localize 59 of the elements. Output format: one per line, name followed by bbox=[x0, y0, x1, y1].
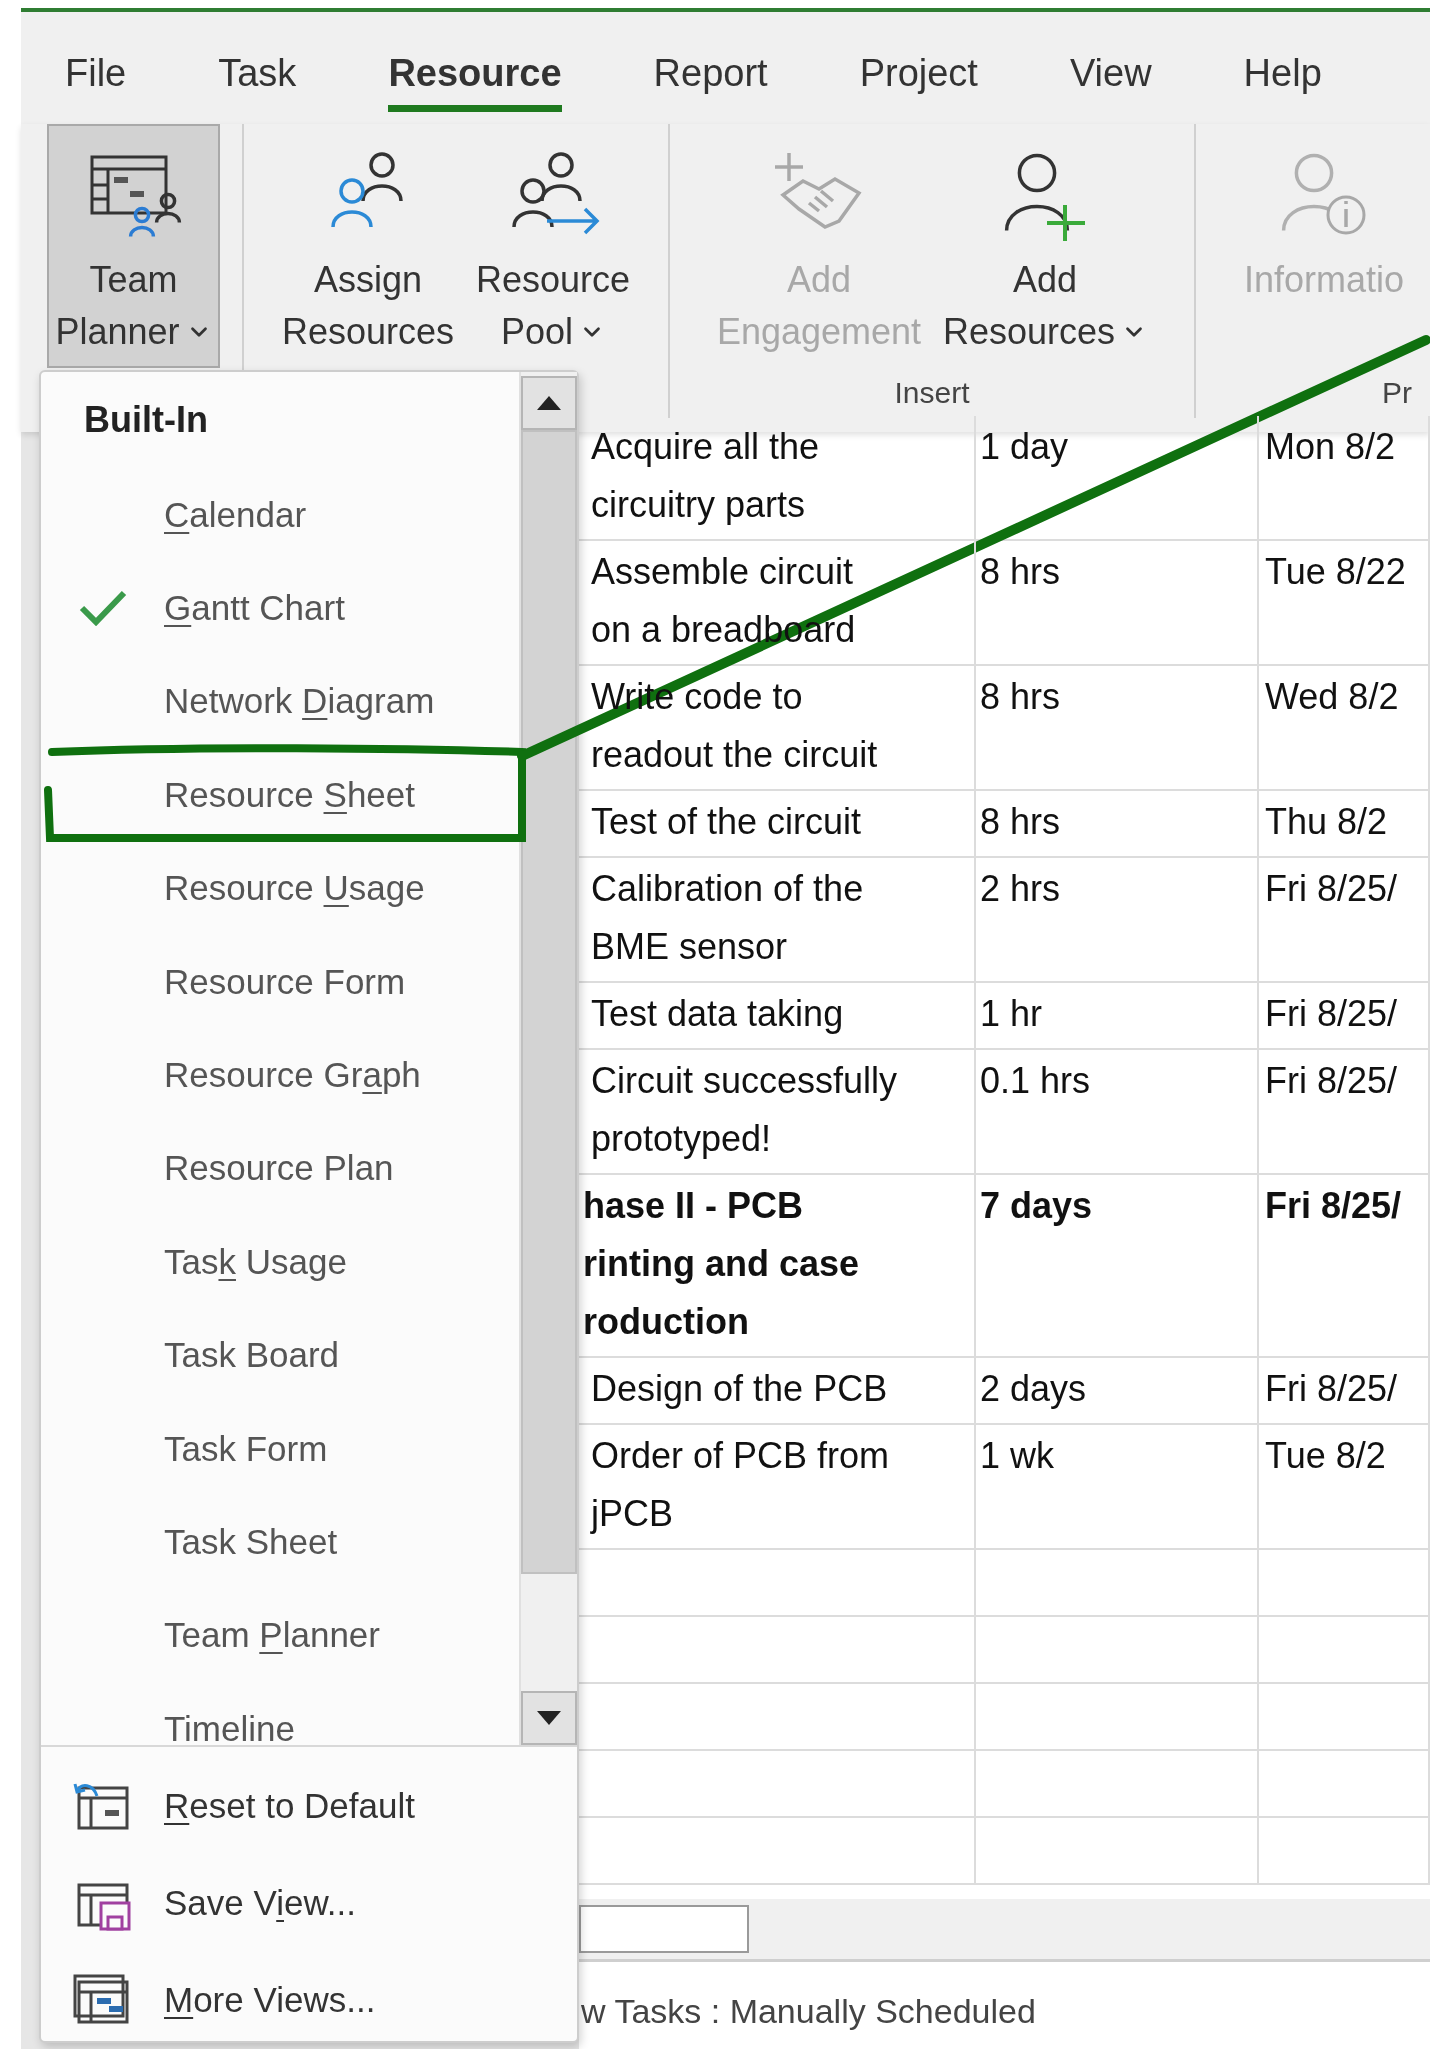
start-cell: Thu 8/2 bbox=[1259, 791, 1430, 856]
menu-item[interactable]: More Views... bbox=[164, 1979, 376, 2020]
ribbon-tab[interactable]: View bbox=[1069, 38, 1152, 112]
duration-cell: 8 hrs bbox=[976, 541, 1259, 664]
ribbon-tab[interactable]: Help bbox=[1243, 38, 1322, 112]
menu-item[interactable]: Reset to Default bbox=[164, 1785, 415, 1826]
start-cell: Fri 8/25/ bbox=[1259, 1358, 1430, 1423]
duration-cell: 1 day bbox=[976, 416, 1259, 539]
up-arrow-icon bbox=[537, 396, 561, 410]
start-cell: Fri 8/25/ bbox=[1259, 858, 1430, 981]
ribbon-tab[interactable]: Report bbox=[653, 38, 768, 112]
start-cell: Tue 8/22 bbox=[1259, 541, 1430, 664]
menu-item[interactable]: Save View... bbox=[164, 1882, 356, 1923]
menu-item[interactable]: Task Board bbox=[164, 1335, 340, 1376]
menu-item[interactable]: Team Planner bbox=[164, 1615, 380, 1656]
duration-cell: 8 hrs bbox=[976, 666, 1259, 789]
menu-item[interactable]: Calendar bbox=[164, 494, 307, 535]
start-cell: Wed 8/2 bbox=[1259, 666, 1430, 789]
ribbon-button[interactable]: Assign Resources bbox=[273, 124, 462, 368]
ribbon-tab[interactable]: Project bbox=[859, 38, 978, 112]
start-cell: Fri 8/25/ bbox=[1259, 983, 1430, 1048]
scroll-thumb[interactable] bbox=[521, 430, 577, 1574]
duration-cell: 2 days bbox=[976, 1358, 1259, 1423]
duration-cell: 0.1 hrs bbox=[976, 1050, 1259, 1173]
menu-item[interactable]: Network Diagram bbox=[164, 681, 435, 722]
duration-cell: 7 days bbox=[976, 1175, 1259, 1356]
ribbon-tab[interactable]: Task bbox=[218, 38, 297, 112]
menu-item[interactable]: Task Usage bbox=[164, 1241, 347, 1282]
duration-cell: 2 hrs bbox=[976, 858, 1259, 981]
group-label: Insert bbox=[894, 376, 970, 411]
duration-cell: 1 hr bbox=[976, 983, 1259, 1048]
checkmark-icon bbox=[78, 590, 127, 627]
start-cell: Fri 8/25/ bbox=[1259, 1050, 1430, 1173]
scroll-up-button[interactable] bbox=[521, 376, 577, 430]
start-cell: Fri 8/25/ bbox=[1259, 1175, 1430, 1356]
menu-item[interactable]: Gantt Chart bbox=[164, 588, 345, 629]
ribbon-tab[interactable]: Resource bbox=[388, 38, 562, 112]
ribbon-button[interactable]: Team Planner bbox=[47, 124, 220, 368]
start-cell: Tue 8/2 bbox=[1259, 1425, 1430, 1548]
duration-cell: 8 hrs bbox=[976, 791, 1259, 856]
scroll-down-button[interactable] bbox=[521, 1691, 577, 1745]
duration-cell: 1 wk bbox=[976, 1425, 1259, 1548]
ribbon-button[interactable]: Resource Pool bbox=[468, 124, 639, 368]
menu-item[interactable]: Resource Form bbox=[164, 961, 406, 1002]
menu-item[interactable]: Resource Plan bbox=[164, 1148, 394, 1189]
status-text: w Tasks : Manually Scheduled bbox=[580, 1992, 1036, 2031]
menu-heading: Built-In bbox=[84, 399, 208, 441]
group-label: Pr bbox=[1382, 376, 1412, 411]
menu-item[interactable]: Resource Usage bbox=[164, 868, 425, 909]
menu-item[interactable]: Resource Sheet bbox=[164, 774, 415, 815]
down-arrow-icon bbox=[537, 1711, 561, 1725]
start-cell: Mon 8/2 bbox=[1259, 416, 1430, 539]
menu-item[interactable]: Resource Graph bbox=[164, 1055, 421, 1096]
ribbon-button[interactable]: Add Resources bbox=[935, 124, 1156, 368]
ribbon-tab[interactable]: File bbox=[65, 38, 127, 112]
menu-item[interactable]: Task Sheet bbox=[164, 1522, 338, 1562]
menu-item[interactable]: Task Form bbox=[164, 1428, 328, 1469]
scroll-thumb[interactable] bbox=[579, 1905, 749, 1953]
menu-item[interactable]: Timeline bbox=[164, 1708, 295, 1745]
